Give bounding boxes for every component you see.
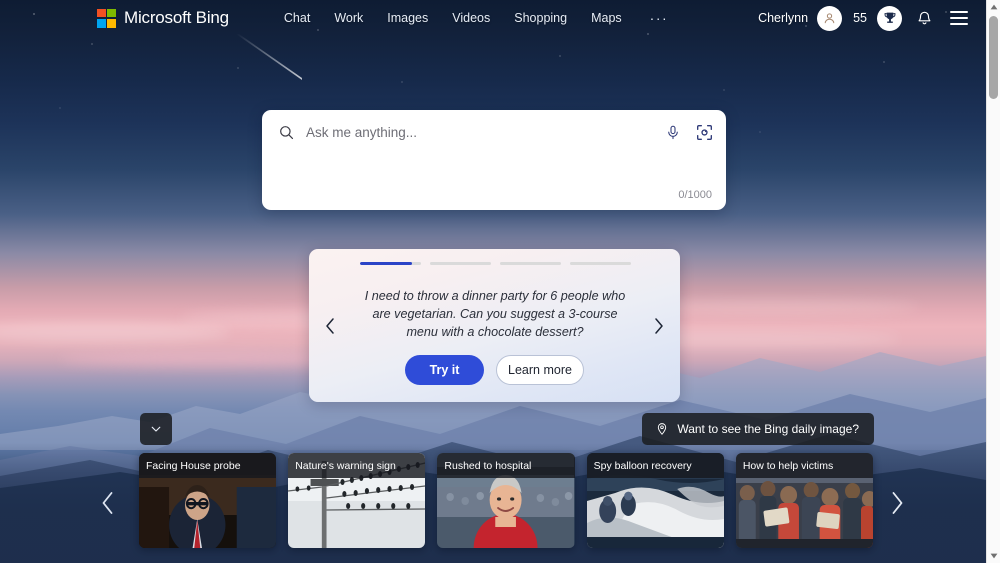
- nav-more-button[interactable]: ···: [650, 10, 669, 26]
- news-card[interactable]: Rushed to hospital: [437, 453, 575, 548]
- notifications-button[interactable]: [911, 5, 937, 31]
- news-card[interactable]: Nature's warning sign: [288, 453, 426, 548]
- news-card[interactable]: Spy balloon recovery: [586, 453, 724, 548]
- chevron-left-icon: [102, 492, 112, 514]
- nav-item-chat[interactable]: Chat: [284, 11, 310, 25]
- progress-segment-3[interactable]: [500, 262, 561, 265]
- nav-item-shopping[interactable]: Shopping: [514, 11, 567, 25]
- header-actions: Cherlynn 55: [758, 5, 972, 31]
- hamburger-menu-button[interactable]: [946, 5, 972, 31]
- main-navigation: Chat Work Images Videos Shopping Maps ··…: [284, 10, 668, 26]
- suggestion-prompt-text: I need to throw a dinner party for 6 peo…: [364, 289, 626, 339]
- search-icon[interactable]: [278, 124, 295, 141]
- hamburger-menu-icon: [950, 17, 968, 19]
- microphone-icon[interactable]: [665, 123, 681, 142]
- bing-homepage: Microsoft Bing Chat Work Images Videos S…: [0, 0, 1000, 563]
- rewards-button[interactable]: [877, 5, 902, 31]
- daily-image-button[interactable]: Want to see the Bing daily image?: [642, 413, 874, 445]
- progress-segment-1[interactable]: [360, 262, 421, 265]
- progress-segment-4[interactable]: [570, 262, 631, 265]
- suggestion-next-button[interactable]: [648, 311, 670, 341]
- chevron-right-icon: [892, 492, 902, 514]
- daily-image-label: Want to see the Bing daily image?: [677, 422, 859, 436]
- trophy-icon: [884, 12, 895, 23]
- learn-more-button[interactable]: Learn more: [496, 355, 584, 385]
- scroll-down-button[interactable]: [987, 549, 1000, 563]
- collapse-feed-button[interactable]: [140, 413, 172, 445]
- progress-segment-2[interactable]: [430, 262, 491, 265]
- news-prev-button[interactable]: [90, 481, 124, 525]
- avatar[interactable]: [817, 5, 843, 31]
- rewards-count: 55: [853, 11, 867, 25]
- bell-icon: [918, 11, 930, 24]
- suggestion-card: I need to throw a dinner party for 6 peo…: [309, 249, 680, 402]
- top-header: Microsoft Bing Chat Work Images Videos S…: [0, 0, 986, 36]
- news-next-button[interactable]: [880, 481, 914, 525]
- microsoft-logo-icon: [97, 8, 116, 28]
- news-card[interactable]: How to help victims: [735, 453, 874, 548]
- news-card-title: Facing House probe: [139, 453, 277, 478]
- try-it-button[interactable]: Try it: [405, 355, 484, 385]
- brand-logo[interactable]: Microsoft Bing: [97, 8, 229, 28]
- search-box[interactable]: 0/1000: [262, 110, 726, 210]
- character-counter: 0/1000: [678, 189, 712, 201]
- suggestion-actions: Try it Learn more: [309, 355, 680, 385]
- brand-name: Microsoft Bing: [124, 8, 229, 27]
- nav-item-work[interactable]: Work: [334, 11, 363, 25]
- news-card[interactable]: Facing House probe: [139, 453, 277, 548]
- scrollbar-thumb[interactable]: [989, 16, 998, 99]
- scroll-up-arrow-icon: [990, 4, 997, 10]
- search-input[interactable]: [306, 124, 665, 140]
- news-card-title: Nature's warning sign: [288, 453, 426, 478]
- news-card-title: Rushed to hospital: [437, 453, 575, 478]
- chevron-right-icon: [655, 317, 663, 334]
- user-name-label[interactable]: Cherlynn: [758, 11, 808, 25]
- location-pin-icon: [658, 423, 667, 435]
- hamburger-menu-icon: [950, 11, 968, 13]
- visual-search-icon[interactable]: [695, 123, 714, 142]
- suggestion-prev-button[interactable]: [319, 311, 341, 341]
- news-card-title: Spy balloon recovery: [586, 453, 724, 478]
- nav-item-images[interactable]: Images: [387, 11, 428, 25]
- chevron-down-icon: [151, 426, 161, 432]
- person-avatar-icon: [824, 12, 835, 23]
- scroll-up-button[interactable]: [987, 0, 1000, 14]
- search-row: [262, 110, 726, 154]
- nav-item-maps[interactable]: Maps: [591, 11, 622, 25]
- nav-item-videos[interactable]: Videos: [452, 11, 490, 25]
- chevron-left-icon: [326, 317, 334, 334]
- news-carousel: Facing House probe Nature's warning sign…: [139, 453, 874, 548]
- news-card-title: How to help victims: [735, 453, 874, 478]
- vertical-scrollbar[interactable]: [986, 0, 1000, 563]
- hamburger-menu-icon: [950, 23, 968, 25]
- scroll-down-arrow-icon: [990, 553, 997, 559]
- carousel-progress: [360, 262, 631, 265]
